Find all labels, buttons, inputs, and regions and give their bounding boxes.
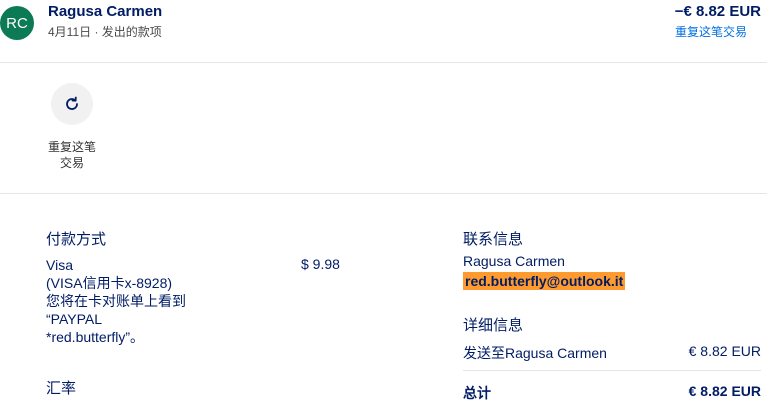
contact-name: Ragusa Carmen <box>463 253 565 269</box>
contact-email[interactable]: red.butterfly@outlook.it <box>463 272 626 290</box>
repeat-label-line2: 交易 <box>59 156 84 170</box>
contact-info-title: 联系信息 <box>463 231 524 248</box>
refresh-icon <box>66 96 78 110</box>
exchange-rate-title: 汇率 <box>46 380 77 397</box>
total-label: 总计 <box>463 385 491 401</box>
repeat-label-line1: 重复这笔 <box>47 140 96 154</box>
recipient-name: Ragusa Carmen <box>48 3 163 20</box>
transaction-subtitle: 4月11日 · 发出的款项 <box>48 25 162 39</box>
sent-to-row: 发送至Ragusa Carmen € 8.82 EUR <box>463 343 761 363</box>
payment-line: *red.butterfly”。 <box>46 329 145 345</box>
avatar-initials: RC <box>6 14 28 32</box>
details-title: 详细信息 <box>463 317 524 334</box>
total-row: 总计 € 8.82 EUR <box>463 383 761 403</box>
transaction-amount: −€ 8.82 EUR <box>674 3 761 20</box>
avatar: RC <box>0 6 34 40</box>
details-divider <box>463 370 761 371</box>
repeat-transaction-label: 重复这笔 交易 <box>46 139 98 171</box>
action-area: 重复这笔 交易 <box>0 63 767 194</box>
payment-line: 您将在卡对账单上看到 <box>46 293 186 309</box>
payment-method-title: 付款方式 <box>46 231 107 248</box>
payment-line: Visa <box>46 257 73 273</box>
total-value: € 8.82 EUR <box>688 383 761 399</box>
repeat-transaction-link[interactable]: 重复这笔交易 <box>675 23 747 40</box>
payment-line: “PAYPAL <box>46 311 103 327</box>
repeat-transaction-button[interactable] <box>51 83 93 125</box>
payment-amount: $ 9.98 <box>301 256 340 272</box>
payment-line: (VISA信用卡x-8928) <box>46 275 173 291</box>
transaction-header: RC Ragusa Carmen 4月11日 · 发出的款项 −€ 8.82 E… <box>0 0 767 63</box>
payment-method-details: Visa (VISA信用卡x-8928) 您将在卡对账单上看到 “PAYPAL … <box>46 256 276 346</box>
sent-to-label: 发送至Ragusa Carmen <box>463 345 607 361</box>
sent-to-value: € 8.82 EUR <box>688 343 761 359</box>
